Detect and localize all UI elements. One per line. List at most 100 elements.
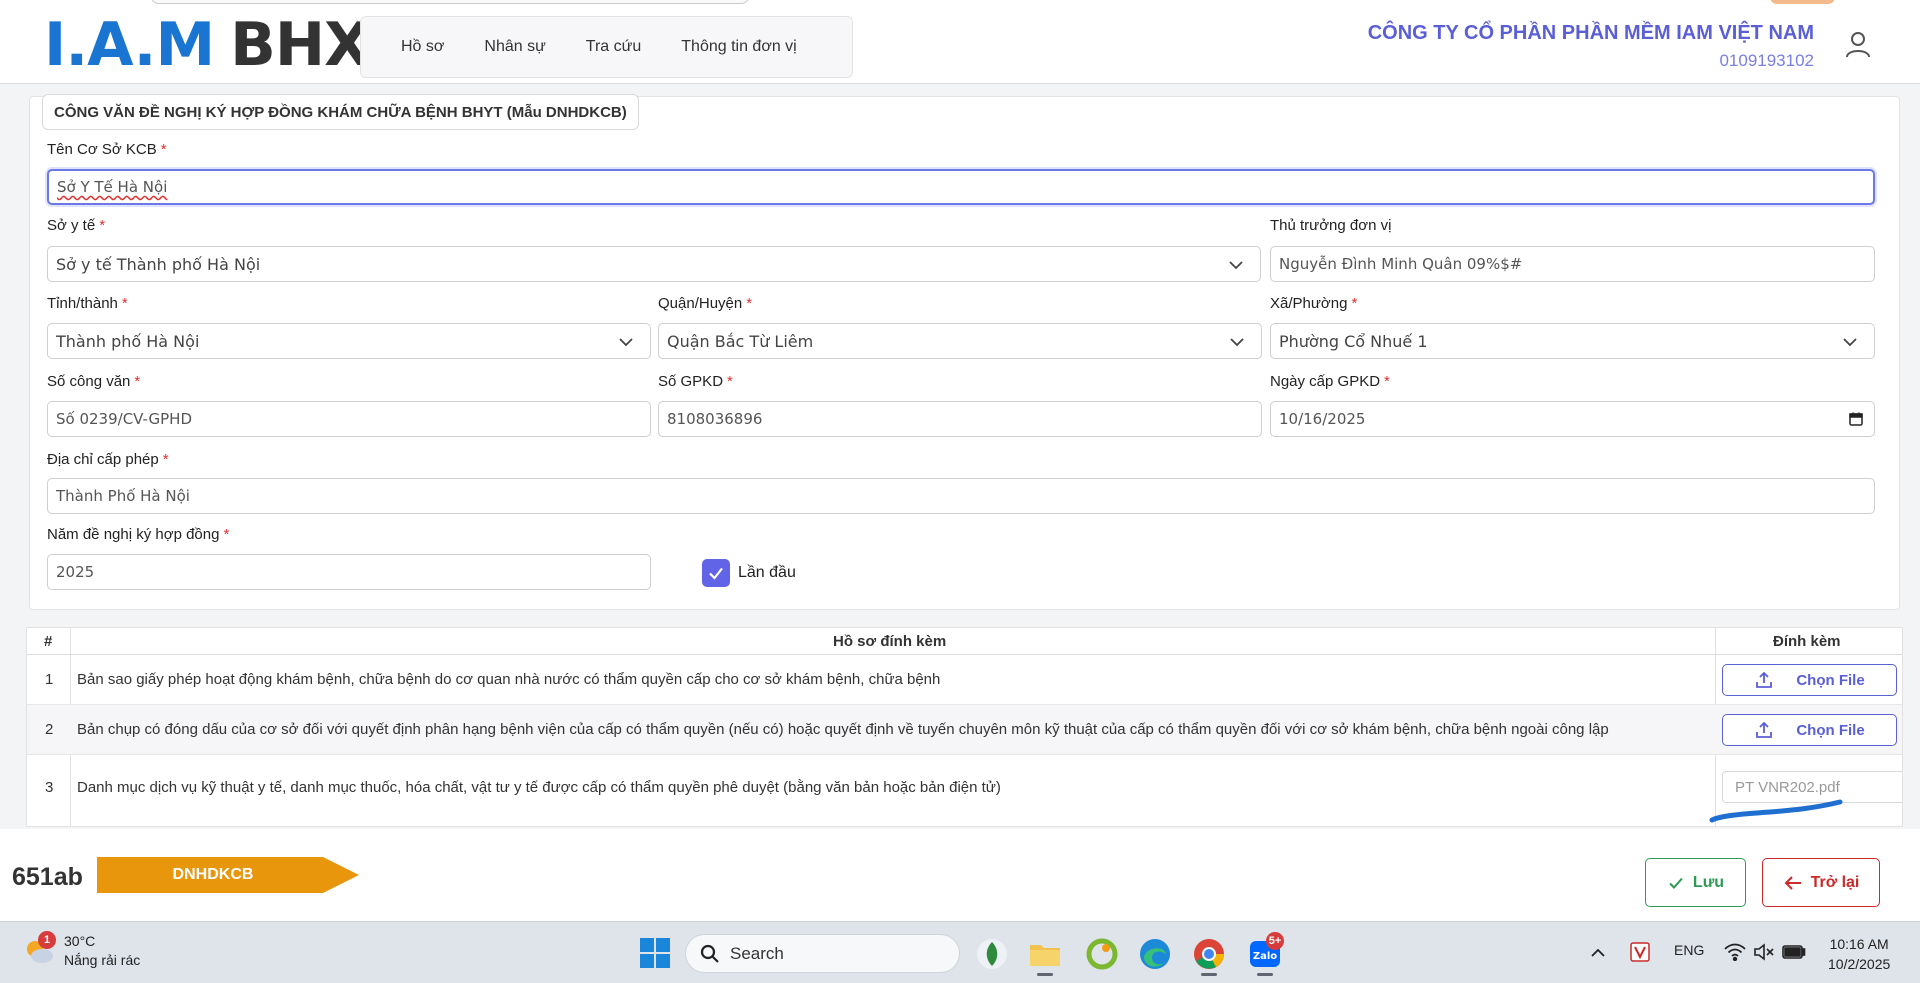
label-so-gpkd: Số GPKD * (658, 373, 733, 390)
search-placeholder: Search (730, 943, 784, 963)
upload-icon (1756, 721, 1773, 738)
row-text: Bản sao giấy phép hoạt động khám bệnh, c… (77, 671, 941, 688)
taskbar-search[interactable]: Search (685, 934, 960, 973)
label-ten-co-so: Tên Cơ Sở KCB * (47, 141, 167, 158)
label-text: Năm đề nghị ký hợp đồng (47, 526, 220, 543)
browser-strip (150, 0, 750, 4)
active-app-indicator (1037, 973, 1053, 976)
volume-muted-icon[interactable] (1753, 943, 1775, 961)
taskbar-clock[interactable]: 10:16 AM 10/2/2025 (1828, 934, 1890, 974)
edge-browser-icon[interactable] (1138, 937, 1172, 971)
clock-time: 10:16 AM (1829, 936, 1889, 952)
nav-item-ho-so[interactable]: Hồ sơ (361, 38, 464, 56)
required-mark: * (134, 373, 141, 390)
quan-huyen-select[interactable]: Quận Bắc Từ Liêm (658, 323, 1262, 359)
nav-item-tra-cuu[interactable]: Tra cứu (566, 38, 661, 56)
weather-description: Nắng rải rác (64, 952, 141, 968)
choose-file-label: Chọn File (1796, 721, 1865, 739)
row-index: 3 (45, 779, 54, 796)
xa-phuong-select[interactable]: Phường Cổ Nhuế 1 (1270, 323, 1875, 359)
language-indicator[interactable]: ENG (1674, 942, 1704, 958)
check-icon (1669, 877, 1683, 889)
choose-file-label: Chọn File (1796, 671, 1865, 689)
lan-dau-label: Lần đầu (738, 564, 796, 581)
green-app-icon[interactable] (1085, 937, 1119, 971)
search-icon (700, 944, 719, 963)
ten-co-so-value: Sở Y Tế Hà Nội (57, 178, 168, 196)
main-nav: Hồ sơ Nhân sự Tra cứu Thông tin đơn vị (360, 16, 853, 78)
user-icon[interactable] (1842, 28, 1874, 60)
arrow-left-icon (1784, 875, 1801, 890)
notification-badge: 1 (38, 931, 56, 949)
ngay-cap-gpkd-input[interactable]: 10/16/2025 (1270, 401, 1875, 437)
ten-co-so-input[interactable]: Sở Y Tế Hà Nội (47, 169, 1875, 205)
label-text: Ngày cấp GPKD (1270, 373, 1381, 390)
calendar-icon[interactable] (1848, 411, 1864, 427)
so-cong-van-input[interactable]: Số 0239/CV-GPHD (47, 401, 651, 437)
pen-annotation (1709, 799, 1843, 823)
row-text: Bản chụp có đóng dấu của cơ sở đối với q… (77, 721, 1609, 738)
label-text: Số công văn (47, 373, 131, 390)
chevron-down-icon (619, 338, 633, 347)
windows-taskbar: 1 30°C Nắng rải rác Search Zalo 5+ ENG 1… (0, 921, 1920, 983)
nam-de-nghi-input[interactable]: 2025 (47, 554, 651, 590)
nav-item-nhan-su[interactable]: Nhân sự (464, 38, 565, 56)
chevron-up-icon[interactable] (1590, 945, 1606, 961)
header-dinh-kem: Đính kèm (1773, 633, 1841, 650)
so-gpkd-value: 8108036896 (667, 410, 763, 428)
table-row: 2 Bản chụp có đóng dấu của cơ sở đối với… (27, 705, 1902, 755)
nav-item-thong-tin-don-vi[interactable]: Thông tin đơn vị (661, 38, 816, 56)
required-mark: * (223, 526, 230, 543)
so-cong-van-value: Số 0239/CV-GPHD (56, 410, 193, 428)
active-app-indicator (1257, 973, 1273, 976)
choose-file-button[interactable]: Chọn File (1722, 664, 1897, 696)
so-gpkd-input[interactable]: 8108036896 (658, 401, 1262, 437)
header-index: # (44, 633, 53, 650)
thu-truong-value: Nguyễn Đình Minh Quân 09%$# (1279, 255, 1523, 273)
so-y-te-select[interactable]: Sở y tế Thành phố Hà Nội (47, 246, 1261, 282)
company-info: CÔNG TY CỔ PHẦN PHẦN MỀM IAM VIỆT NAM 01… (1368, 22, 1814, 71)
label-text: Xã/Phường (1270, 295, 1348, 312)
label-nam-de-nghi: Năm đề nghị ký hợp đồng * (47, 526, 229, 543)
label-ngay-cap-gpkd: Ngày cấp GPKD * (1270, 373, 1390, 390)
nam-de-nghi-value: 2025 (56, 563, 95, 581)
attachments-table: # Hồ sơ đính kèm Đính kèm 1 Bản sao giấy… (26, 627, 1903, 827)
so-y-te-value: Sở y tế Thành phố Hà Nội (56, 254, 261, 274)
dia-chi-value: Thành Phố Hà Nội (56, 487, 190, 505)
required-mark: * (746, 295, 753, 312)
active-app-indicator (1201, 973, 1217, 976)
chevron-down-icon (1843, 338, 1857, 347)
battery-icon[interactable] (1782, 944, 1806, 960)
thu-truong-input[interactable]: Nguyễn Đình Minh Quân 09%$# (1270, 246, 1875, 282)
leaf-app-icon[interactable] (975, 937, 1009, 971)
save-button[interactable]: Lưu (1645, 858, 1746, 907)
label-so-cong-van: Số công văn * (47, 373, 140, 390)
label-quan-huyen: Quận/Huyện * (658, 295, 752, 312)
clock-date: 10/2/2025 (1828, 956, 1891, 972)
label-so-y-te: Sở y tế * (47, 217, 105, 234)
chevron-down-icon (1230, 338, 1244, 347)
v-app-tray-icon[interactable] (1630, 942, 1650, 962)
xa-phuong-value: Phường Cổ Nhuế 1 (1279, 331, 1428, 351)
label-text: Địa chỉ cấp phép (47, 451, 159, 468)
row-text: Danh mục dịch vụ kỹ thuật y tế, danh mục… (77, 779, 1001, 796)
table-header: # Hồ sơ đính kèm Đính kèm (27, 628, 1902, 655)
wifi-icon[interactable] (1724, 943, 1746, 961)
lan-dau-checkbox[interactable] (702, 559, 730, 587)
label-text: Sở y tế (47, 217, 96, 234)
chrome-browser-icon[interactable] (1192, 937, 1226, 971)
file-explorer-icon[interactable] (1028, 937, 1062, 971)
tinh-thanh-select[interactable]: Thành phố Hà Nội (47, 323, 651, 359)
required-mark: * (1384, 373, 1390, 390)
choose-file-button[interactable]: Chọn File (1722, 714, 1897, 746)
required-mark: * (1351, 295, 1358, 312)
quan-huyen-value: Quận Bắc Từ Liêm (667, 331, 814, 351)
label-tinh-thanh: Tỉnh/thành * (47, 295, 128, 312)
windows-start-icon[interactable] (638, 936, 672, 970)
weather-widget[interactable]: 1 30°C Nắng rải rác (22, 931, 141, 970)
label-text: Tên Cơ Sở KCB (47, 141, 157, 158)
dia-chi-input[interactable]: Thành Phố Hà Nội (47, 478, 1875, 514)
back-button[interactable]: Trở lại (1762, 858, 1880, 907)
label-dia-chi: Địa chỉ cấp phép * (47, 451, 169, 468)
back-label: Trở lại (1810, 873, 1860, 891)
